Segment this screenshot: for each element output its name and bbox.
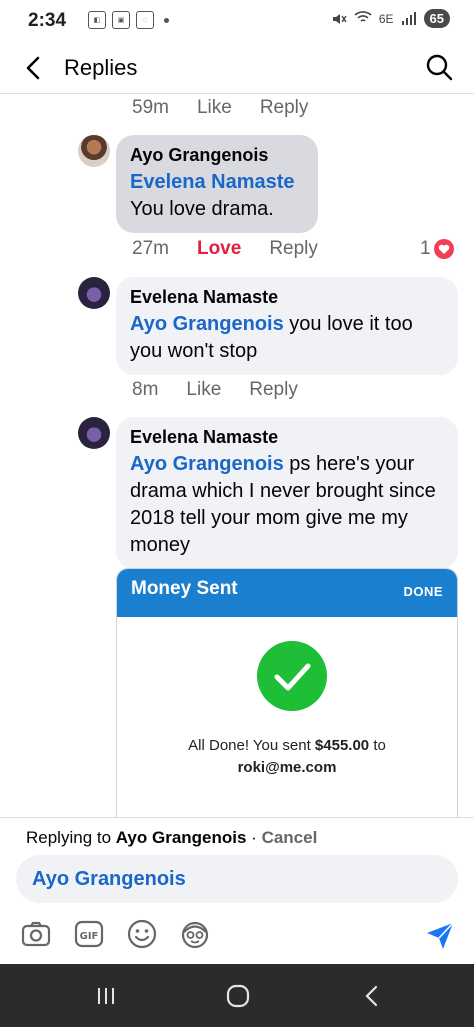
comment-text: Ayo Grangenois you love it too you won't… bbox=[130, 311, 444, 365]
mention-link[interactable]: Ayo Grangenois bbox=[130, 453, 284, 475]
comment-input-value: Ayo Grangenois bbox=[32, 868, 186, 890]
clock: 2:34 bbox=[28, 10, 67, 31]
send-icon[interactable] bbox=[424, 920, 456, 952]
comment-author[interactable]: Evelena Namaste bbox=[130, 287, 444, 308]
battery-indicator: 65 bbox=[423, 9, 450, 28]
status-bar: 2:34 ◧ ▣ ◌ 6E 65 bbox=[0, 0, 474, 44]
signal-icon bbox=[401, 11, 416, 25]
back-arrow-icon[interactable] bbox=[20, 54, 48, 82]
confirmation-message: All Done! You sent $455.00 to roki@me.co… bbox=[188, 737, 386, 776]
replies-thread: 59m Like Reply Ayo Grangenois Evelena Na… bbox=[0, 95, 474, 817]
recent-apps-icon[interactable] bbox=[92, 982, 120, 1010]
avatar-sticker-icon[interactable] bbox=[179, 918, 211, 950]
comment-author[interactable]: Ayo Grangenois bbox=[130, 145, 304, 166]
avatar[interactable] bbox=[78, 277, 110, 309]
ring-app-icon: ◧ bbox=[88, 11, 106, 29]
notification-icons: ◧ ▣ ◌ bbox=[88, 11, 169, 29]
comment-body: You love drama. bbox=[130, 198, 274, 220]
page-title: Replies bbox=[64, 55, 138, 80]
money-sent-header: Money Sent DONE bbox=[117, 569, 457, 617]
camera-icon[interactable] bbox=[20, 918, 52, 950]
svg-text:GIF: GIF bbox=[80, 931, 99, 942]
recipient-email: roki@me.com bbox=[237, 759, 337, 776]
reaction-count[interactable]: 1 bbox=[420, 238, 454, 260]
comment-text: Evelena Namaste You love drama. bbox=[130, 169, 304, 223]
reply-button[interactable]: Reply bbox=[249, 379, 298, 401]
comment-author[interactable]: Evelena Namaste bbox=[130, 427, 444, 448]
comment-bubble[interactable]: Ayo Grangenois Evelena Namaste You love … bbox=[116, 135, 318, 233]
mention-link[interactable]: Evelena Namaste bbox=[130, 171, 295, 193]
mention-link[interactable]: Ayo Grangenois bbox=[130, 313, 284, 335]
reply-button[interactable]: Reply bbox=[260, 97, 309, 119]
system-navigation-bar bbox=[0, 964, 474, 1027]
timestamp: 59m bbox=[132, 97, 169, 118]
reply-button[interactable]: Reply bbox=[269, 238, 318, 260]
like-button[interactable]: Like bbox=[197, 97, 232, 119]
checkmark-icon bbox=[257, 641, 327, 711]
messenger-icon: ◌ bbox=[136, 11, 154, 29]
cancel-reply-button[interactable]: Cancel bbox=[262, 828, 318, 847]
attached-image[interactable]: Money Sent DONE All Done! You sent $455.… bbox=[116, 568, 458, 817]
home-icon[interactable] bbox=[224, 982, 252, 1010]
network-type: 6E bbox=[378, 11, 394, 26]
comment-bubble[interactable]: Evelena Namaste Ayo Grangenois ps here's… bbox=[116, 417, 458, 569]
money-sent-title: Money Sent bbox=[131, 578, 238, 599]
amount: $455.00 bbox=[314, 737, 370, 754]
comment-meta: 8m Like Reply bbox=[132, 379, 298, 401]
comment-text: Ayo Grangenois ps here's your drama whic… bbox=[130, 451, 444, 559]
avatar[interactable] bbox=[78, 417, 110, 449]
like-button[interactable]: Like bbox=[186, 379, 221, 401]
mute-icon bbox=[332, 13, 347, 24]
system-icons: 6E 65 bbox=[331, 9, 450, 28]
more-notifications-icon bbox=[164, 17, 169, 23]
love-reaction-button[interactable]: Love bbox=[197, 238, 241, 260]
comment-meta: 59m Like Reply bbox=[132, 97, 308, 119]
reaction-number: 1 bbox=[420, 238, 431, 259]
wifi-icon bbox=[354, 10, 372, 27]
timestamp: 8m bbox=[132, 379, 159, 400]
replying-to-line: Replying to Ayo Grangenois · Cancel bbox=[26, 828, 318, 847]
reply-composer: Replying to Ayo Grangenois · Cancel Ayo … bbox=[0, 817, 474, 964]
screenshot-icon: ▣ bbox=[112, 11, 130, 29]
back-nav-icon[interactable] bbox=[358, 982, 386, 1010]
emoji-icon[interactable] bbox=[126, 918, 158, 950]
avatar[interactable] bbox=[78, 135, 110, 167]
comment-meta: 27m Love Reply bbox=[132, 238, 318, 260]
search-icon[interactable] bbox=[424, 52, 454, 82]
gif-icon[interactable]: GIF bbox=[73, 918, 105, 950]
replying-to-name: Ayo Grangenois bbox=[115, 828, 247, 847]
heart-icon bbox=[433, 239, 454, 259]
app-header: Replies bbox=[0, 44, 474, 94]
timestamp: 27m bbox=[132, 238, 169, 259]
comment-input[interactable]: Ayo Grangenois bbox=[16, 855, 458, 903]
comment-bubble[interactable]: Evelena Namaste Ayo Grangenois you love … bbox=[116, 277, 458, 375]
done-label: DONE bbox=[403, 584, 443, 599]
